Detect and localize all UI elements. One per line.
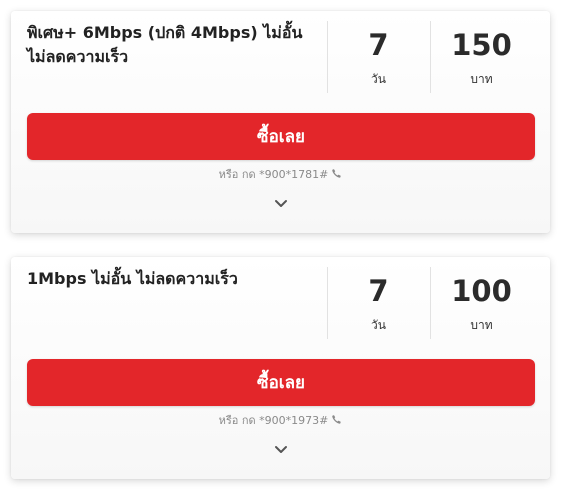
package-card: 1Mbps ไม่อั้น ไม่ลดความเร็ว 7 วัน 100 บา… <box>11 257 550 479</box>
price-value: 150 <box>451 28 512 62</box>
dial-code-link[interactable]: *900*1973# <box>259 414 328 427</box>
package-price: 150 บาท <box>430 25 533 87</box>
phone-icon[interactable] <box>331 168 342 179</box>
dial-prefix: หรือ กด <box>218 168 256 181</box>
price-unit: บาท <box>470 72 493 86</box>
dial-code-line: หรือ กด *900*1973# <box>11 413 550 429</box>
price-value: 100 <box>451 274 512 308</box>
buy-button[interactable]: ซื้อเลย <box>27 113 535 160</box>
dial-code-line: หรือ กด *900*1781# <box>11 167 550 183</box>
package-days: 7 วัน <box>327 25 430 87</box>
package-days: 7 วัน <box>327 271 430 333</box>
days-value: 7 <box>368 274 389 308</box>
package-title: 1Mbps ไม่อั้น ไม่ลดความเร็ว <box>27 269 238 288</box>
days-unit: วัน <box>371 318 386 332</box>
price-unit: บาท <box>470 318 493 332</box>
package-price: 100 บาท <box>430 271 533 333</box>
chevron-down-icon[interactable] <box>273 197 289 211</box>
buy-button[interactable]: ซื้อเลย <box>27 359 535 406</box>
days-unit: วัน <box>371 72 386 86</box>
package-card: พิเศษ+ 6Mbps (ปกติ 4Mbps) ไม่อั้น ไม่ลดค… <box>11 11 550 233</box>
phone-icon[interactable] <box>331 414 342 425</box>
dial-prefix: หรือ กด <box>218 414 256 427</box>
package-title: พิเศษ+ 6Mbps (ปกติ 4Mbps) ไม่อั้น ไม่ลดค… <box>27 23 303 66</box>
dial-code-link[interactable]: *900*1781# <box>259 168 328 181</box>
chevron-down-icon[interactable] <box>273 443 289 457</box>
days-value: 7 <box>368 28 389 62</box>
